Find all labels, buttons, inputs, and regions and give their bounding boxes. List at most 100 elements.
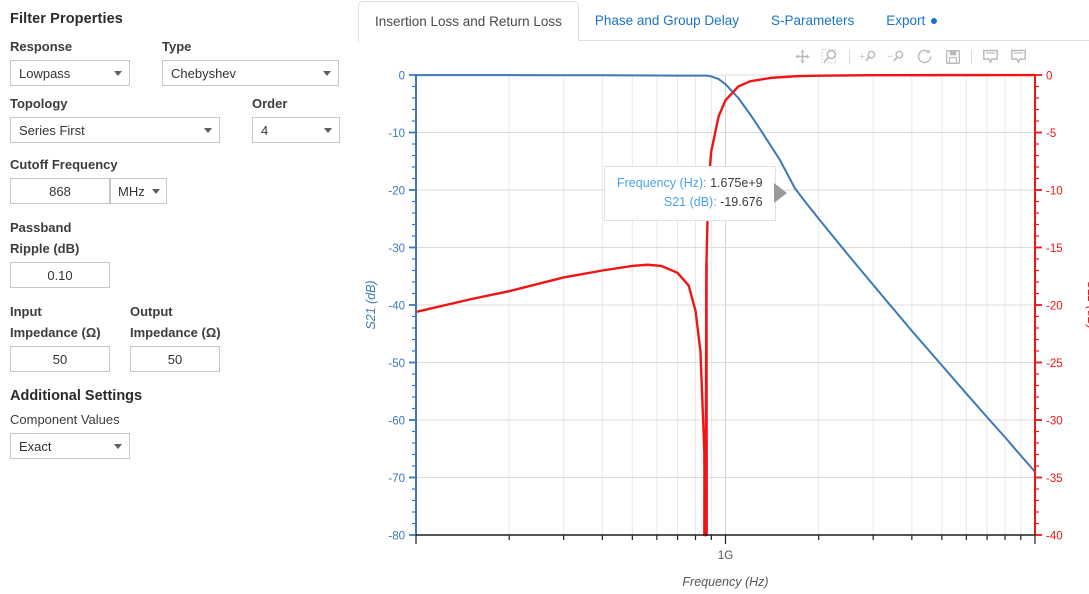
tab-s-parameters[interactable]: S-Parameters [755, 1, 870, 41]
tab-label: Export [886, 13, 926, 28]
type-label: Type [162, 39, 192, 54]
tooltip-row: S21 (dB): -19.676 [617, 193, 763, 212]
order-select[interactable]: 4 [252, 117, 340, 143]
toolbar-separator [971, 49, 972, 64]
tab-label: Insertion Loss and Return Loss [375, 14, 562, 29]
output-impedance-input[interactable]: 50 [130, 346, 220, 372]
y-axis-right-title: S11 (dB) [1085, 281, 1089, 329]
y-axis-left-tick-label: -60 [388, 416, 405, 428]
y-axis-left-tick-label: 0 [399, 71, 405, 83]
y-axis-right-tick-label: -35 [1046, 473, 1063, 485]
input-impedance-label-line2: Impedance (Ω) [10, 325, 101, 340]
plot-toolbar: + − [790, 44, 1031, 69]
tooltip-icon-1[interactable] [978, 44, 1003, 69]
zoom-out-icon[interactable]: − [884, 44, 909, 69]
tooltip-value: -19.676 [720, 195, 763, 209]
tooltip-key: S21 (dB): [663, 195, 717, 209]
sparameter-chart[interactable]: 0 -10 -20 -30 -40 -50 -60 -70 -80 S21 (dB) 0 -5 -10 -… [358, 41, 1089, 594]
y-axis-left-tick-label: -70 [388, 473, 405, 485]
zoom-box-icon[interactable] [818, 44, 843, 69]
tooltip-value: 1.675e+9 [710, 176, 763, 190]
tooltip-row: Frequency (Hz): 1.675e+9 [617, 174, 763, 193]
y-axis-right-tick-label: -5 [1046, 128, 1056, 140]
output-impedance-label-line1: Output [130, 304, 173, 319]
y-axis-right-tick-label: -25 [1046, 358, 1063, 370]
chevron-down-icon [114, 443, 122, 449]
tab-phase-and-group-delay[interactable]: Phase and Group Delay [579, 1, 755, 41]
cutoff-frequency-input[interactable]: 868 [10, 178, 110, 204]
y-axis-right: 0 -5 -10 -15 -20 -25 -30 -35 -40 S11 (dB) [1035, 71, 1089, 543]
additional-settings-title: Additional Settings [10, 388, 143, 404]
tooltip-icon-2[interactable] [1006, 44, 1031, 69]
y-axis-right-tick-label: -40 [1046, 531, 1063, 543]
chevron-down-icon [323, 70, 331, 76]
input-impedance-label-line1: Input [10, 304, 42, 319]
tab-label: Phase and Group Delay [594, 13, 739, 28]
output-impedance-label-line2: Impedance (Ω) [130, 325, 221, 340]
y-axis-right-tick-label: -15 [1046, 243, 1063, 255]
reset-icon[interactable] [912, 44, 937, 69]
component-values-label: Component Values [10, 412, 120, 427]
zoom-in-icon[interactable]: + [856, 44, 881, 69]
y-axis-right-tick-label: -30 [1046, 416, 1063, 428]
y-axis-right-tick-label: 0 [1046, 71, 1052, 83]
y-axis-left-tick-label: -20 [388, 186, 405, 198]
passband-ripple-input[interactable]: 0.10 [10, 262, 110, 288]
order-label: Order [252, 96, 288, 111]
y-axis-right-tick-label: -10 [1046, 186, 1063, 198]
response-label: Response [10, 39, 73, 54]
chevron-down-icon [114, 70, 122, 76]
x-axis: 1G Frequency (Hz) [415, 535, 1036, 589]
output-impedance-value: 50 [167, 351, 183, 367]
tooltip-pointer-icon [773, 183, 787, 203]
topology-select[interactable]: Series First [10, 117, 220, 143]
passband-ripple-label-line1: Passband [10, 220, 72, 235]
component-values-select[interactable]: Exact [10, 433, 130, 459]
y-axis-left-tick-label: -40 [388, 301, 405, 313]
y-axis-left-tick-label: -50 [388, 358, 405, 370]
tab-label: S-Parameters [770, 13, 855, 28]
y-axis-right-tick-label: -20 [1046, 301, 1063, 313]
chevron-down-icon [152, 188, 160, 194]
passband-ripple-label-line2: Ripple (dB) [10, 241, 80, 256]
topology-value: Series First [19, 122, 85, 138]
svg-text:+: + [859, 52, 865, 63]
chevron-down-icon [324, 127, 332, 133]
response-select[interactable]: Lowpass [10, 60, 130, 86]
cutoff-frequency-value: 868 [49, 183, 71, 199]
save-icon[interactable] [940, 44, 965, 69]
cutoff-unit-value: MHz [118, 183, 145, 199]
y-axis-left-tick-label: -30 [388, 243, 405, 255]
passband-ripple-value: 0.10 [47, 267, 73, 283]
component-values-value: Exact [19, 438, 52, 454]
y-axis-left-tick-label: -80 [388, 531, 405, 543]
cutoff-frequency-label: Cutoff Frequency [10, 157, 118, 172]
x-axis-tick-label: 1G [718, 550, 733, 562]
y-axis-left-title: S21 (dB) [364, 280, 378, 329]
panel-title: Filter Properties [10, 11, 123, 27]
tab-export[interactable]: Export [870, 1, 953, 41]
tab-insertion-loss-and-return-loss[interactable]: Insertion Loss and Return Loss [358, 1, 579, 42]
cutoff-unit-select[interactable]: MHz [110, 178, 167, 204]
input-impedance-value: 50 [52, 351, 68, 367]
data-tooltip: Frequency (Hz): 1.675e+9 S21 (dB): -19.6… [604, 166, 787, 221]
x-axis-title: Frequency (Hz) [682, 575, 768, 589]
toolbar-separator [849, 49, 850, 64]
filter-properties-sidebar: Filter Properties Response Type Lowpass … [0, 0, 352, 594]
y-axis-left-tick-label: -10 [388, 128, 405, 140]
topology-label: Topology [10, 96, 68, 111]
chart-grid [415, 74, 1036, 536]
y-axis-left: 0 -10 -20 -30 -40 -50 -60 -70 -80 S21 (dB) [364, 71, 416, 543]
tooltip-key: Frequency (Hz): [617, 176, 707, 190]
chevron-down-icon [204, 127, 212, 133]
order-value: 4 [261, 122, 269, 138]
tab-modified-dot-icon [931, 18, 938, 25]
type-select[interactable]: Chebyshev [162, 60, 339, 86]
tab-bar: Insertion Loss and Return Loss Phase and … [358, 0, 1089, 42]
svg-text:−: − [887, 51, 893, 62]
input-impedance-input[interactable]: 50 [10, 346, 110, 372]
pan-icon[interactable] [790, 44, 815, 69]
response-value: Lowpass [19, 65, 71, 81]
chart-container[interactable]: 0 -10 -20 -30 -40 -50 -60 -70 -80 S21 (dB) 0 -5 -10 -… [358, 41, 1089, 594]
type-value: Chebyshev [171, 65, 237, 81]
